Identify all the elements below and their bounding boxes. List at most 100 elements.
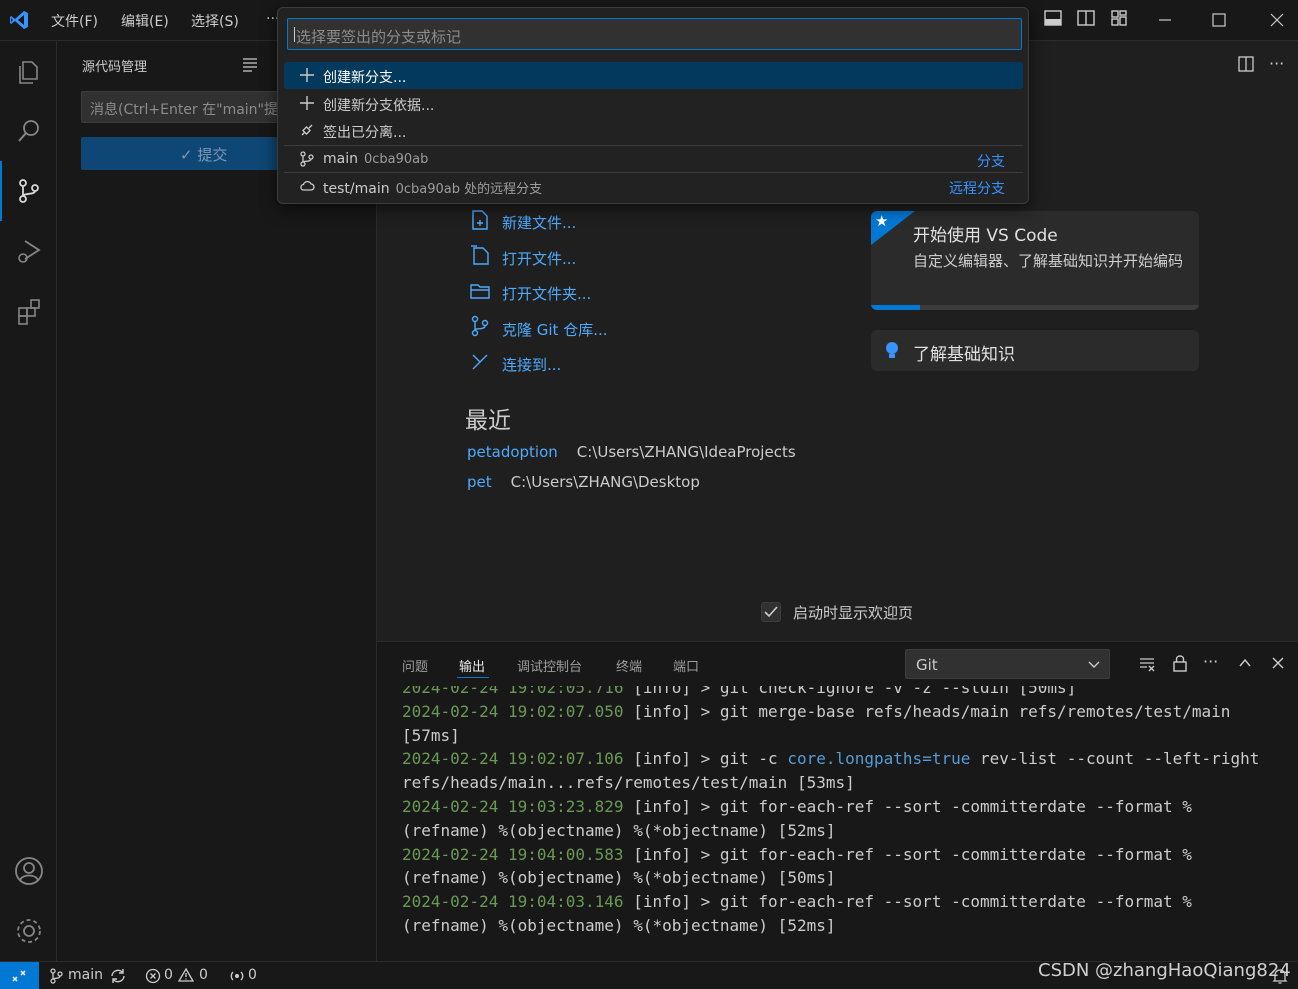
recent-item-name[interactable]: pet (467, 473, 492, 491)
open-folder-icon (469, 280, 491, 302)
tab-output[interactable]: 输出 (459, 656, 485, 675)
create-branch-from-item[interactable]: 创建新分支依据... (284, 90, 1023, 117)
notifications-bell-icon[interactable] (1272, 967, 1288, 985)
recent-item[interactable]: petadoption C:\Users\ZHANG\IdeaProjects (467, 443, 796, 461)
recent-item-path: C:\Users\ZHANG\IdeaProjects (576, 443, 796, 461)
error-count[interactable]: 0 (164, 967, 173, 983)
walkthrough-progress-fill (871, 305, 921, 310)
customize-layout-icon[interactable] (1109, 8, 1131, 30)
ports-count[interactable]: 0 (248, 967, 257, 983)
branch-kind: 分支 (977, 154, 1005, 170)
log-text: [info] > git check-ignore -v -z --stdin … (623, 686, 1077, 697)
menu-file[interactable]: 文件(F) (51, 11, 98, 31)
branch-commit: 0cba90ab 处的远程分支 (395, 182, 543, 197)
toggle-panel-icon[interactable] (1043, 8, 1065, 30)
toggle-secondary-sidebar-icon[interactable] (1076, 8, 1098, 30)
log-text: (refname) %(objectname) %(*objectname) [… (402, 915, 836, 935)
view-as-list-icon[interactable] (241, 55, 259, 73)
lock-icon[interactable] (1172, 654, 1188, 672)
vscode-logo-icon (8, 9, 30, 31)
new-file-icon (469, 209, 491, 231)
branch-item-remote-main[interactable]: test/main 0cba90ab 处的远程分支 远程分支 (284, 173, 1023, 200)
tab-debug-console[interactable]: 调试控制台 (517, 656, 582, 675)
branch-name: main (323, 151, 358, 167)
recent-item-name[interactable]: petadoption (467, 443, 558, 461)
accounts-icon[interactable] (0, 841, 57, 901)
minimize-icon[interactable] (1153, 8, 1179, 32)
open-folder-link[interactable]: 打开文件夹... (502, 283, 591, 304)
log-text: [info] > git for-each-ref --sort -commit… (623, 844, 1192, 864)
log-text: [info] > git for-each-ref --sort -commit… (623, 796, 1192, 816)
explorer-icon[interactable] (0, 41, 57, 101)
maximize-icon[interactable] (1207, 8, 1233, 32)
branch-commit: 0cba90ab (363, 152, 429, 167)
branch-kind: 远程分支 (949, 181, 1005, 197)
ports-icon (228, 967, 246, 985)
log-timestamp: 2024-02-24 19:02:07.050 (402, 701, 624, 721)
checkout-quick-pick: 选择要签出的分支或标记 创建新分支... 创建新分支依据... 签出已分离...… (277, 7, 1029, 204)
lightbulb-icon (884, 340, 900, 362)
remote-indicator[interactable] (0, 962, 39, 989)
debug-disconnect-icon (299, 122, 315, 138)
walkthrough-description: 自定义编辑器、了解基础知识并开始编码 (913, 252, 1184, 270)
output-log-lines: 2024-02-24 19:02:05.716 [info] > git che… (402, 686, 1259, 938)
checkout-detached-item[interactable]: 签出已分离... (284, 117, 1023, 144)
walkthrough-card[interactable]: ★ 开始使用 VS Code 自定义编辑器、了解基础知识并开始编码 (871, 211, 1199, 310)
new-file-link[interactable]: 新建文件... (502, 212, 576, 233)
menu-edit[interactable]: 编辑(E) (121, 11, 169, 31)
recent-item[interactable]: pet C:\Users\ZHANG\Desktop (467, 473, 700, 491)
log-line: 2024-02-24 19:02:07.050 [info] > git mer… (402, 700, 1259, 724)
create-branch-item[interactable]: 创建新分支... (284, 62, 1023, 89)
tab-problems[interactable]: 问题 (402, 656, 428, 675)
log-line: (refname) %(objectname) %(*objectname) [… (402, 866, 1259, 890)
menu-select[interactable]: 选择(S) (191, 11, 239, 31)
warning-count[interactable]: 0 (199, 967, 208, 983)
branch-icon (49, 968, 63, 984)
recent-item-path: C:\Users\ZHANG\Desktop (510, 473, 700, 491)
clone-repo-link[interactable]: 克隆 Git 仓库... (502, 319, 608, 340)
more-actions-icon[interactable]: ··· (1269, 54, 1284, 73)
learn-basics-card[interactable]: 了解基础知识 (871, 330, 1199, 371)
output-channel-value: Git (916, 656, 938, 674)
branch-item-main[interactable]: main 0cba90ab 分支 (284, 146, 1023, 173)
output-channel-select[interactable]: Git (905, 649, 1110, 679)
add-icon (299, 95, 315, 111)
commit-message-input[interactable]: 消息(Ctrl+Enter 在"main"提交) (81, 91, 281, 123)
branch-name[interactable]: main (68, 967, 103, 983)
sync-icon[interactable] (109, 967, 127, 985)
run-debug-icon[interactable] (0, 221, 57, 281)
log-text: [info] > git -c (623, 749, 788, 769)
log-text: (refname) %(objectname) %(*objectname) [… (402, 820, 836, 840)
close-panel-icon[interactable] (1270, 655, 1286, 671)
walkthrough-title: 开始使用 VS Code (913, 226, 1058, 246)
tab-ports[interactable]: 端口 (673, 656, 699, 675)
clear-output-icon[interactable] (1139, 655, 1157, 673)
recent-heading: 最近 (465, 408, 511, 434)
walkthrough-progress-track (871, 305, 1199, 310)
log-line: 2024-02-24 19:02:05.716 [info] > git che… (402, 686, 1259, 700)
source-control-icon[interactable] (0, 161, 57, 221)
extensions-icon[interactable] (0, 281, 57, 341)
log-text: refs/heads/main...refs/remotes/test/main… (402, 773, 855, 793)
output-log: 2024-02-24 19:02:05.716 [info] > git che… (377, 686, 1298, 956)
settings-gear-icon[interactable] (0, 901, 57, 961)
maximize-panel-icon[interactable] (1237, 655, 1253, 671)
learn-basics-title: 了解基础知识 (913, 345, 1015, 365)
show-on-startup-checkbox[interactable] (761, 602, 781, 622)
create-branch-label: 创建新分支... (323, 70, 407, 86)
open-file-link[interactable]: 打开文件... (502, 248, 576, 269)
close-icon[interactable] (1265, 8, 1291, 32)
connect-to-link[interactable]: 连接到... (502, 354, 561, 375)
more-actions-icon[interactable]: ··· (1203, 652, 1218, 671)
commit-button[interactable]: ✓ 提交 (81, 137, 281, 170)
log-text: [57ms] (402, 725, 460, 745)
status-bar: main 0 0 0 CSDN @zhangHaoQiang824 (0, 960, 1298, 989)
log-line: 2024-02-24 19:02:07.106 [info] > git -c … (402, 747, 1259, 771)
search-icon[interactable] (0, 101, 57, 161)
watermark: CSDN @zhangHaoQiang824 (1038, 960, 1291, 981)
tab-terminal[interactable]: 终端 (616, 656, 642, 675)
split-editor-icon[interactable] (1237, 55, 1255, 73)
branch-filter-input[interactable]: 选择要签出的分支或标记 (287, 18, 1022, 50)
commit-message-placeholder: 消息(Ctrl+Enter 在"main"提交) (90, 102, 281, 118)
log-timestamp: 2024-02-24 19:03:23.829 (402, 796, 624, 816)
